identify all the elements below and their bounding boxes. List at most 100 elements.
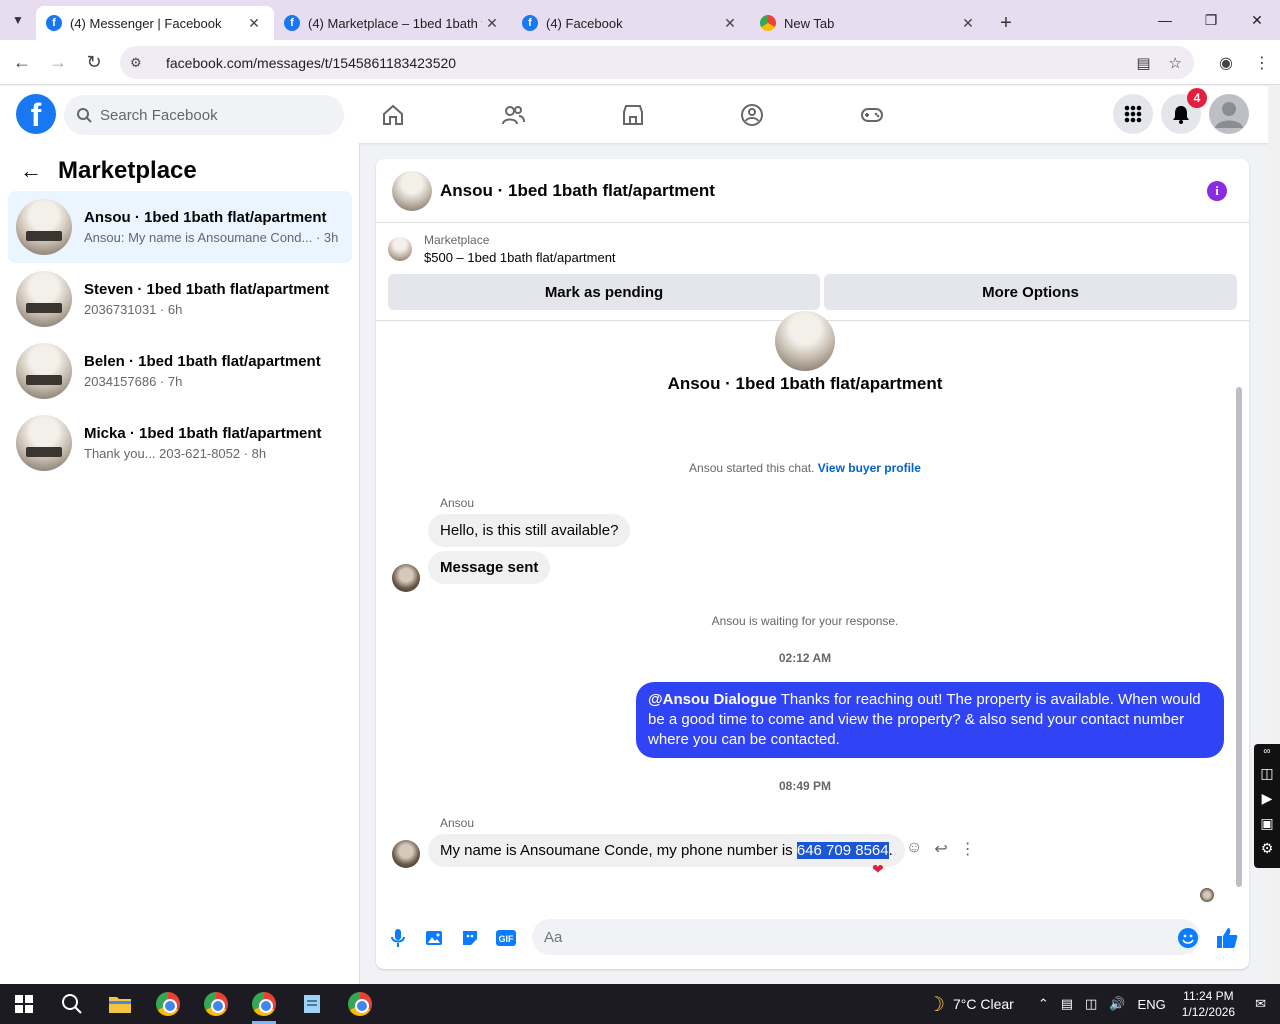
close-tab-icon[interactable]: ✕ — [720, 15, 740, 32]
mention[interactable]: @Ansou Dialogue — [648, 691, 777, 708]
language-indicator[interactable]: ENG — [1138, 997, 1166, 1012]
window-icon[interactable]: ▣ — [1260, 815, 1273, 832]
chrome-icon[interactable] — [144, 984, 192, 1024]
gaming-icon[interactable] — [857, 100, 887, 130]
conversation-item[interactable]: Micka · 1bed 1bath flat/apartment Thank … — [8, 407, 352, 479]
forward-arrow-icon[interactable]: → — [40, 44, 76, 80]
conversation-preview: 2036731031 · 6h — [84, 302, 183, 317]
notepad-icon[interactable] — [288, 984, 336, 1024]
conversation-item[interactable]: Ansou · 1bed 1bath flat/apartment Ansou:… — [8, 191, 352, 263]
incoming-message[interactable]: Hello, is this still available? — [428, 514, 631, 547]
tab-marketplace[interactable]: f (4) Marketplace – 1bed 1bath fl ✕ — [274, 6, 512, 40]
install-app-icon[interactable]: ▤ — [1136, 54, 1150, 72]
scrollbar-thumb[interactable] — [1236, 387, 1242, 887]
groups-icon[interactable] — [737, 100, 767, 130]
meet-icon[interactable]: ▤ — [1061, 996, 1073, 1012]
site-info-icon[interactable]: ⚙ — [130, 55, 152, 71]
outgoing-message[interactable]: @Ansou Dialogue Thanks for reaching out!… — [636, 682, 1224, 758]
close-tab-icon[interactable]: ✕ — [244, 15, 264, 32]
info-icon[interactable]: i — [1207, 181, 1227, 201]
chat-title[interactable]: Ansou · 1bed 1bath flat/apartment — [440, 181, 715, 201]
file-explorer-icon[interactable] — [96, 984, 144, 1024]
home-icon[interactable] — [378, 100, 408, 130]
restore-icon[interactable]: ❐ — [1188, 0, 1234, 40]
marketplace-icon[interactable] — [618, 100, 648, 130]
more-actions-icon[interactable]: ⋮ — [960, 839, 976, 859]
mark-as-pending-button[interactable]: Mark as pending — [388, 274, 820, 310]
chat-started-notice: Ansou started this chat. View buyer prof… — [376, 461, 1234, 475]
message-input[interactable] — [532, 919, 1200, 955]
close-tab-icon[interactable]: ✕ — [958, 15, 978, 32]
profile-icon[interactable]: ◉ — [1208, 53, 1244, 73]
friends-icon[interactable] — [498, 100, 528, 130]
react-emoji-icon[interactable]: ☺ — [906, 839, 922, 859]
tab-facebook[interactable]: f (4) Facebook ✕ — [512, 6, 750, 40]
more-options-button[interactable]: More Options — [824, 274, 1237, 310]
message-text-field[interactable] — [544, 928, 1144, 946]
chrome-icon[interactable] — [336, 984, 384, 1024]
sender-avatar[interactable] — [392, 840, 420, 868]
conversation-name: Steven · 1bed 1bath flat/apartment — [84, 281, 330, 298]
bookmark-star-icon[interactable]: ☆ — [1169, 54, 1182, 72]
view-buyer-profile-link[interactable]: View buyer profile — [818, 461, 921, 475]
reload-icon[interactable]: ↻ — [76, 44, 112, 80]
tab-messenger[interactable]: f (4) Messenger | Facebook ✕ — [36, 6, 274, 40]
reply-icon[interactable]: ↩ — [934, 839, 947, 859]
conversation-name: Ansou · 1bed 1bath flat/apartment — [84, 209, 327, 226]
url-text[interactable]: facebook.com/messages/t/1545861183423520 — [166, 55, 456, 71]
gif-icon[interactable]: GIF — [494, 926, 518, 950]
network-icon[interactable]: ◫ — [1085, 996, 1097, 1012]
clock[interactable]: 11:24 PM 1/12/2026 — [1182, 988, 1235, 1020]
conversation-item[interactable]: Steven · 1bed 1bath flat/apartment 20367… — [8, 263, 352, 335]
microphone-icon[interactable] — [386, 926, 410, 950]
menu-grid-icon[interactable] — [1113, 94, 1153, 134]
pin-icon[interactable]: ∞ — [1263, 746, 1270, 757]
search-icon[interactable] — [48, 984, 96, 1024]
back-arrow-icon[interactable]: ← — [4, 44, 40, 80]
marketplace-inbox-panel: ← Marketplace Ansou · 1bed 1bath flat/ap… — [0, 143, 360, 985]
listing-summary[interactable]: Marketplace $500 – 1bed 1bath flat/apart… — [388, 233, 616, 265]
thread-scrollbar[interactable] — [1235, 327, 1245, 897]
back-arrow-icon[interactable]: ← — [20, 158, 42, 184]
chrome-icon[interactable] — [192, 984, 240, 1024]
settings-gear-icon[interactable]: ⚙ — [1261, 840, 1274, 857]
notification-center-icon[interactable]: ✉ — [1255, 996, 1266, 1012]
like-thumb-icon[interactable] — [1215, 926, 1239, 950]
tab-new-tab[interactable]: New Tab ✕ — [750, 6, 988, 40]
sticker-icon[interactable] — [458, 926, 482, 950]
search-facebook-input[interactable]: Search Facebook — [64, 95, 344, 135]
close-window-icon[interactable]: ✕ — [1234, 0, 1280, 40]
conversation-item[interactable]: Belen · 1bed 1bath flat/apartment 203415… — [8, 335, 352, 407]
emoji-icon[interactable] — [1176, 926, 1200, 950]
facebook-header: f Search Facebook 4 — [0, 86, 1268, 143]
capture-toolbar: ∞ ◫ ▶ ▣ ⚙ — [1254, 744, 1280, 868]
close-tab-icon[interactable]: ✕ — [482, 15, 502, 32]
heart-reaction-icon[interactable]: ❤ — [872, 861, 884, 878]
tab-title: New Tab — [784, 15, 835, 31]
chat-header: Ansou · 1bed 1bath flat/apartment i — [376, 159, 1249, 223]
account-avatar[interactable] — [1209, 94, 1249, 134]
facebook-logo-icon[interactable]: f — [16, 94, 56, 134]
listing-avatar[interactable] — [392, 170, 432, 211]
conversation-preview: Thank you... 203-621-8052 · 8h — [84, 446, 267, 461]
chevron-up-icon[interactable]: ⌃ — [1038, 996, 1049, 1012]
listing-label: Marketplace — [424, 233, 490, 247]
volume-icon[interactable]: 🔊 — [1109, 996, 1125, 1012]
tab-search-button[interactable]: ▼ — [0, 0, 36, 40]
incoming-message[interactable]: My name is Ansoumane Conde, my phone num… — [428, 834, 905, 867]
notifications-bell-icon[interactable]: 4 — [1161, 88, 1207, 134]
windows-start-icon[interactable] — [0, 984, 48, 1024]
camera-icon[interactable]: ◫ — [1260, 765, 1273, 782]
chrome-icon[interactable] — [240, 984, 288, 1024]
browser-menu-icon[interactable]: ⋮ — [1244, 53, 1280, 73]
video-icon[interactable]: ▶ — [1262, 790, 1273, 807]
incoming-message[interactable]: Message sent — [428, 551, 551, 584]
sender-avatar[interactable] — [392, 564, 420, 592]
minimize-icon[interactable]: — — [1142, 0, 1188, 40]
photo-icon[interactable] — [422, 926, 446, 950]
url-bar[interactable]: ⚙ facebook.com/messages/t/15458611834235… — [120, 46, 1194, 79]
new-tab-button[interactable]: + — [988, 6, 1024, 40]
weather-widget[interactable]: ☽ 7°C Clear — [927, 992, 1014, 1017]
facebook-favicon-icon: f — [46, 15, 62, 31]
selected-phone-number[interactable]: 646 709 8564 — [796, 842, 889, 859]
